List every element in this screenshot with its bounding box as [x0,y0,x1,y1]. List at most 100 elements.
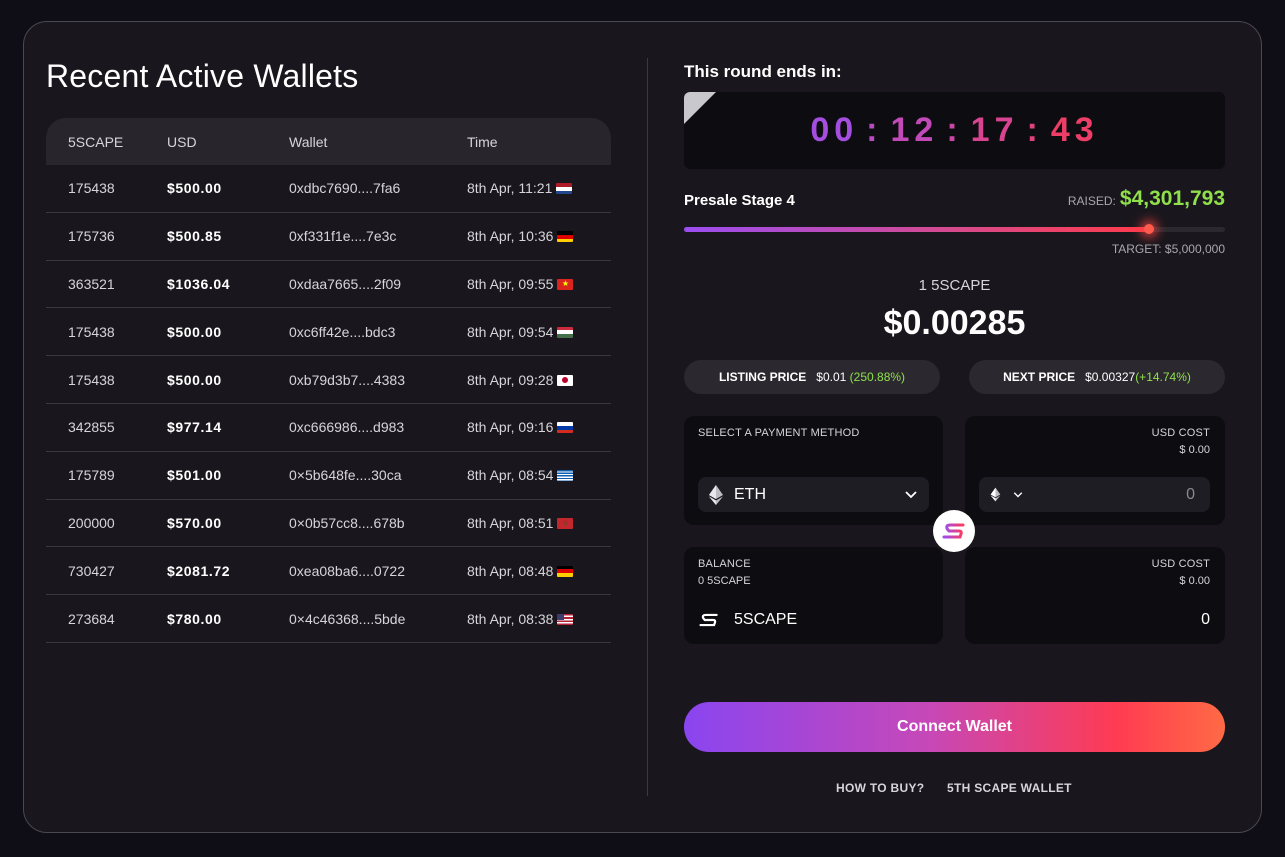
row-amount: 273684 [68,610,115,627]
pay-amount-input[interactable]: 0 [979,477,1210,512]
country-flag-icon [557,613,574,625]
timer-hours: 12 [890,111,939,149]
table-row: 175736 $500.85 0xf331f1e....7e3c 8th Apr, 1… [46,213,611,261]
listing-price-gain: (250.88%) [849,370,906,384]
row-time: 8th Apr, 10:36 [467,228,554,245]
row-usd: $500.00 [167,323,222,340]
receive-token-name: 5SCAPE [734,611,798,628]
payment-method-panel: SELECT A PAYMENT METHOD ETH [684,416,943,525]
usd-cost-panel-2: USD COST $ 0.00 0 [965,547,1225,644]
receive-amount-input[interactable]: 0 [1201,611,1210,629]
usd-cost-label-2: USD COST [1151,558,1210,570]
5scape-logo-icon [941,523,967,539]
row-amount: 342855 [68,419,115,436]
raised-amount: RAISED: $4,301,793 [1068,187,1225,211]
timer-sep: : [866,111,883,149]
wallet-link[interactable]: 5TH SCAPE WALLET [947,781,1072,795]
presale-stage: Presale Stage 4 [684,192,795,209]
table-row: 342855 $977.14 0xc666986....d983 8th Apr, 0… [46,404,611,452]
row-wallet: 0xdbc7690....7fa6 [289,180,401,197]
timer-days: 00 [810,111,859,149]
row-time: 8th Apr, 11:21 [467,180,553,197]
eth-icon [990,487,1001,502]
row-amount: 175736 [68,228,115,245]
table-row: 200000 $570.00 0×0b57cc8....678b 8th Apr, 0… [46,500,611,548]
table-header: 5SCAPE USD Wallet Time [46,118,611,165]
next-price-value: $0.00327 [1085,370,1136,384]
5scape-token-icon [698,613,720,627]
timer-minutes: 17 [970,111,1019,149]
row-wallet: 0xb79d3b7....4383 [289,371,405,388]
how-to-buy-link[interactable]: HOW TO BUY? [836,781,924,795]
payment-method-select[interactable]: ETH [698,477,929,512]
table-row: 175438 $500.00 0xc6ff42e....bdc3 8th Apr, 0… [46,308,611,357]
wallets-table: 5SCAPE USD Wallet Time 175438 $500.00 0xdb… [46,118,611,643]
row-time: 8th Apr, 09:16 [467,419,554,436]
row-amount: 175438 [68,371,115,388]
token-price: $0.00285 [883,304,1026,342]
row-usd: $501.00 [167,467,222,484]
usd-cost-panel-1: USD COST $ 0.00 0 [965,416,1225,525]
raised-label: RAISED: [1067,194,1116,208]
raised-value: $4,301,793 [1119,187,1225,210]
swap-button[interactable] [933,510,975,552]
row-amount: 175438 [68,180,115,197]
row-amount: 175438 [68,323,115,340]
country-flag-icon [557,565,574,577]
timer-sep: : [946,111,963,149]
country-flag-icon [557,422,574,434]
balance-value: 0 5SCAPE [698,575,751,587]
row-wallet: 0xc666986....d983 [289,419,405,436]
divider [647,58,648,796]
listing-price-pill: LISTING PRICE $0.01 (250.88%) [684,360,940,394]
country-flag-icon [557,231,574,243]
listing-price-label: LISTING PRICE [718,370,807,384]
row-usd: $1036.04 [167,275,231,292]
connect-wallet-button[interactable]: Connect Wallet [684,702,1225,752]
row-time-cell: 8th Apr, 09:28 [445,372,611,388]
country-flag-icon [557,470,574,482]
table-row: 175438 $500.00 0xb79d3b7....4383 8th Apr, 0… [46,356,611,404]
row-time-cell: 8th Apr, 09:54 [445,324,611,340]
country-flag-icon [557,326,574,338]
table-row: 175438 $500.00 0xdbc7690....7fa6 8th Apr, 1… [46,165,611,213]
usd-cost-value-1: $ 0.00 [1179,444,1210,456]
selected-currency: ETH [734,485,766,503]
row-time: 8th Apr, 08:54 [467,467,554,484]
row-usd: $570.00 [167,514,222,531]
table-row: 175789 $501.00 0×5b648fe....30ca 8th Apr, 0… [46,452,611,500]
row-amount: 200000 [68,514,115,531]
row-usd: $977.14 [167,419,222,436]
timer-seconds: 43 [1050,111,1099,149]
row-time: 8th Apr, 08:48 [467,562,554,579]
row-usd: $500.00 [167,180,222,197]
row-time-cell: 8th Apr, 08:54 [445,467,611,483]
row-wallet: 0xdaa7665....2f09 [289,275,402,292]
table-row: 363521 $1036.04 0xdaa7665....2f09 8th Apr, … [46,261,611,309]
row-time: 8th Apr, 09:54 [467,323,554,340]
pay-amount-value: 0 [1186,485,1195,503]
country-flag-icon [557,374,574,386]
presale-progress-bar [684,224,1225,234]
chevron-down-icon [905,490,917,499]
row-usd: $2081.72 [167,562,231,579]
progress-fill [684,227,1150,232]
row-time: 8th Apr, 09:55 [467,275,554,292]
recent-wallets-title: Recent Active Wallets [46,58,359,94]
next-price-gain: (+14.74%) [1135,370,1191,384]
col-5scape: 5SCAPE [68,133,124,150]
row-time-cell: 8th Apr, 08:48 [445,563,611,579]
row-amount: 175789 [68,467,115,484]
row-wallet: 0×5b648fe....30ca [289,467,402,484]
chevron-down-icon[interactable] [1013,491,1023,498]
row-wallet: 0×0b57cc8....678b [289,514,405,531]
payment-method-label: SELECT A PAYMENT METHOD [698,427,860,439]
country-flag-icon [556,183,573,195]
row-usd: $780.00 [167,610,222,627]
countdown-timer: 00 : 12 : 17 : 43 [684,92,1225,169]
col-usd: USD [167,133,197,150]
listing-price-value: $0.01 [816,370,847,384]
row-time-cell: 8th Apr, 09:16 [445,419,611,435]
row-time: 8th Apr, 08:38 [467,610,554,627]
row-time-cell: 8th Apr, 11:21 [445,180,611,196]
